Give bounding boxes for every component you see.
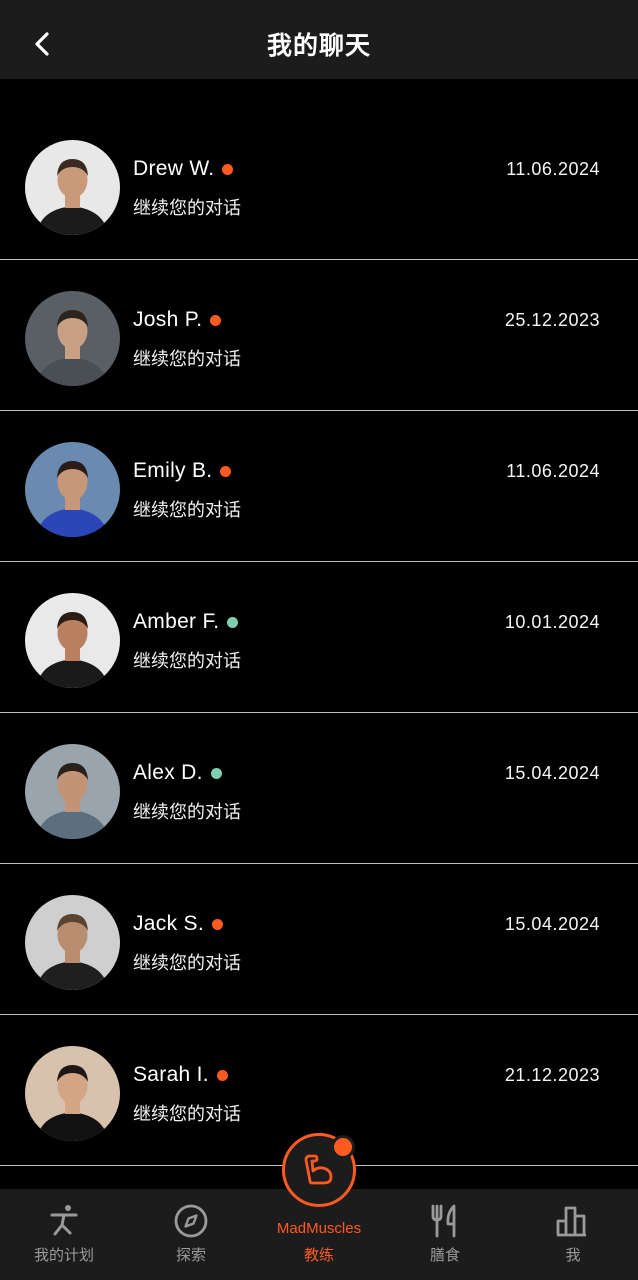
- tab-label: 探索: [175, 1246, 206, 1264]
- avatar: [25, 442, 120, 537]
- contact-name: Emily B.: [133, 459, 213, 482]
- page-title: 我的聊天: [266, 31, 371, 60]
- status-dot: [210, 314, 222, 326]
- chat-date: 21.12.2023: [504, 1065, 600, 1085]
- tab-explore[interactable]: 探索: [127, 1189, 255, 1280]
- tab-meals[interactable]: 膳食: [381, 1189, 509, 1280]
- chat-date: 15.04.2024: [504, 763, 600, 783]
- name-line: Josh P.: [133, 308, 222, 332]
- name-line: Sarah I.: [133, 1063, 228, 1087]
- chat-subtitle: 继续您的对话: [133, 651, 241, 672]
- chat-row[interactable]: Alex D. 继续您的对话 15.04.2024: [0, 713, 638, 864]
- contact-name: Alex D.: [133, 761, 203, 784]
- avatar: [25, 895, 120, 990]
- chat-row[interactable]: Drew W. 继续您的对话 11.06.2024: [0, 109, 638, 260]
- avatar: [25, 744, 120, 839]
- avatar: [25, 291, 120, 386]
- contact-name: Amber F.: [133, 610, 220, 633]
- status-dot: [222, 163, 234, 175]
- brand-label: MadMuscles: [276, 1220, 362, 1237]
- status-dot: [211, 918, 223, 930]
- chat-row[interactable]: Josh P. 继续您的对话 25.12.2023: [0, 260, 638, 411]
- status-dot: [227, 616, 239, 628]
- chat-subtitle: 继续您的对话: [133, 802, 241, 823]
- notification-badge: [331, 1135, 355, 1159]
- compass-icon: [174, 1204, 208, 1238]
- status-dot: [210, 767, 222, 779]
- tab-my-plan[interactable]: 我的计划: [0, 1189, 128, 1280]
- status-dot: [220, 465, 232, 477]
- contact-name: Josh P.: [133, 308, 203, 331]
- name-line: Amber F.: [133, 610, 239, 634]
- bar-chart-icon: [556, 1206, 586, 1237]
- chat-row[interactable]: Amber F. 继续您的对话 10.01.2024: [0, 562, 638, 713]
- chat-row[interactable]: Emily B. 继续您的对话 11.06.2024: [0, 411, 638, 562]
- chat-subtitle: 继续您的对话: [133, 198, 241, 219]
- chat-date: 11.06.2024: [506, 159, 600, 179]
- name-line: Drew W.: [133, 157, 234, 181]
- fork-knife-icon: [431, 1204, 456, 1238]
- status-dot: [216, 1069, 228, 1081]
- chat-subtitle: 继续您的对话: [133, 349, 241, 370]
- tab-coach[interactable]: MadMuscles 教练: [255, 1133, 383, 1280]
- chat-subtitle: 继续您的对话: [133, 953, 241, 974]
- contact-name: Drew W.: [133, 157, 215, 180]
- chat-date: 10.01.2024: [504, 612, 600, 632]
- flexed-arm-icon: [304, 1154, 333, 1185]
- chat-date: 25.12.2023: [504, 310, 600, 330]
- header-bar: 我的聊天: [0, 0, 638, 79]
- workout-figure-icon: [50, 1205, 78, 1236]
- chat-date: 11.06.2024: [506, 461, 600, 481]
- tab-label: 我的计划: [33, 1246, 94, 1264]
- name-line: Jack S.: [133, 912, 223, 936]
- chat-subtitle: 继续您的对话: [133, 1104, 241, 1125]
- tab-label: 教练: [303, 1246, 334, 1264]
- tab-me[interactable]: 我: [509, 1189, 637, 1280]
- contact-name: Sarah I.: [133, 1063, 209, 1086]
- avatar: [25, 140, 120, 235]
- contact-name: Jack S.: [133, 912, 204, 935]
- avatar: [25, 593, 120, 688]
- name-line: Alex D.: [133, 761, 222, 785]
- chat-date: 15.04.2024: [504, 914, 600, 934]
- tab-label: 我: [565, 1246, 581, 1264]
- name-line: Emily B.: [133, 459, 232, 483]
- tab-label: 膳食: [429, 1246, 460, 1264]
- avatar: [25, 1046, 120, 1141]
- chat-list: Drew W. 继续您的对话 11.06.2024 Josh P. 继续您的对话…: [0, 109, 638, 1166]
- chat-row[interactable]: Jack S. 继续您的对话 15.04.2024: [0, 864, 638, 1015]
- chat-subtitle: 继续您的对话: [133, 500, 241, 521]
